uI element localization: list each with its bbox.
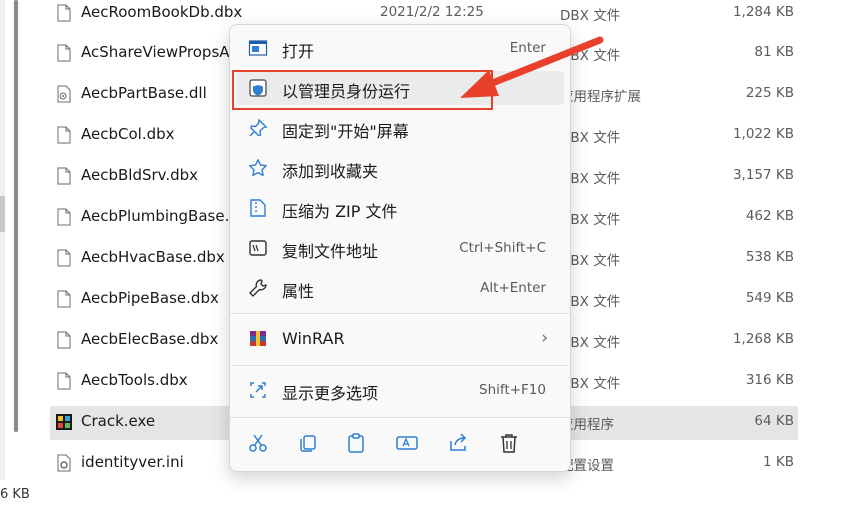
menu-item-label: 打开 [282,42,315,61]
file-size: 538 KB [745,249,794,265]
menu-item-label: 固定到"开始"屏幕 [282,122,409,141]
file-name: Crack.exe [81,412,156,430]
chevron-right-icon: › [541,328,548,348]
file-size: 3,157 KB [732,167,794,183]
delete-icon[interactable] [495,429,523,457]
file-name: AecbCol.dbx [81,125,175,143]
scrollbar-thumb[interactable] [0,196,5,232]
share-icon[interactable] [444,429,472,457]
file-type: DBX 文件 [560,8,621,24]
menu-item-label: 属性 [282,282,315,301]
more-options-icon [250,382,266,398]
dll-icon [57,85,71,103]
file-name: AecbPartBase.dll [81,84,207,102]
file-size: 1 KB [763,454,794,470]
highlight-annotation [232,70,493,110]
file-name: AecRoomBookDb.dbx [81,3,243,21]
menu-item-pin-to-start[interactable]: 固定到"开始"屏幕 [236,111,564,145]
file-size: 462 KB [745,208,794,224]
file-size: 64 KB [754,413,794,429]
file-icon [57,208,71,226]
menu-item-properties[interactable]: 属性 Alt+Enter [236,271,564,305]
file-type: DBX 文件 [560,376,621,392]
menu-separator [230,417,570,418]
star-icon [249,159,267,177]
menu-item-winrar[interactable]: WinRAR › [236,322,564,356]
menu-item-shortcut: Alt+Enter [480,280,546,296]
wrench-icon [249,279,267,297]
file-size: 1,284 KB [732,4,794,20]
file-size: 316 KB [745,372,794,388]
file-icon [57,290,71,308]
menu-item-shortcut: Ctrl+Shift+C [459,240,546,256]
menu-item-label: 显示更多选项 [282,384,379,403]
menu-item-label: 复制文件地址 [282,242,379,261]
rename-icon[interactable] [393,429,421,457]
exe-icon [56,414,72,430]
menu-separator [230,365,570,366]
file-icon [57,126,71,144]
file-icon [57,331,71,349]
winrar-icon [250,331,266,346]
file-type: DBX 文件 [560,253,621,269]
paste-icon[interactable] [342,429,370,457]
file-icon [57,4,71,22]
menu-item-shortcut: Shift+F10 [479,382,546,398]
menu-item-copy-path[interactable]: 复制文件地址 Ctrl+Shift+C [236,231,564,265]
menu-item-add-favorites[interactable]: 添加到收藏夹 [236,151,564,185]
menu-item-label: WinRAR [282,329,345,348]
menu-item-label: 添加到收藏夹 [282,162,379,181]
quick-action-bar [230,423,570,463]
ini-icon [57,454,71,472]
pin-icon [249,118,268,137]
open-app-icon [248,40,268,56]
file-type: DBX 文件 [560,335,621,351]
file-size: 81 KB [754,44,794,60]
file-type: 应用程序 [560,417,614,433]
copy-path-icon [249,240,267,256]
cut-icon[interactable] [244,429,272,457]
file-type: 配置设置 [560,458,614,474]
file-icon [57,372,71,390]
file-icon [57,249,71,267]
file-name: AecbHvacBase.dbx [81,248,225,266]
file-name: AecbBldSrv.dbx [81,166,199,184]
file-name: identityver.ini [81,453,184,471]
menu-item-more-options[interactable]: 显示更多选项 Shift+F10 [236,373,564,407]
file-size: 1,022 KB [732,126,794,142]
file-type: DBX 文件 [560,294,621,310]
file-icon [57,167,71,185]
file-name: AecbTools.dbx [81,371,188,389]
zip-icon [250,199,266,217]
file-name: AecbPipeBase.dbx [81,289,219,307]
copy-icon[interactable] [294,429,322,457]
menu-item-compress-zip[interactable]: 压缩为 ZIP 文件 [236,191,564,225]
file-list-scrollbar-thumb[interactable] [14,0,18,432]
file-name: AcShareViewPropsA [81,43,230,61]
file-size: 1,268 KB [732,331,794,347]
file-name: AecbElecBase.dbx [81,330,219,348]
file-icon [57,44,71,62]
file-size: 225 KB [745,85,794,101]
file-size: 549 KB [745,290,794,306]
menu-item-label: 压缩为 ZIP 文件 [282,202,398,221]
menu-separator [230,313,570,314]
file-type: DBX 文件 [560,171,621,187]
file-type: DBX 文件 [560,212,621,228]
status-bar-size: 6 KB [0,487,30,502]
file-date: 2021/2/2 12:25 [380,4,484,20]
red-arrow-annotation [460,36,604,98]
file-type: DBX 文件 [560,130,621,146]
scrollbar-track[interactable] [0,0,5,480]
